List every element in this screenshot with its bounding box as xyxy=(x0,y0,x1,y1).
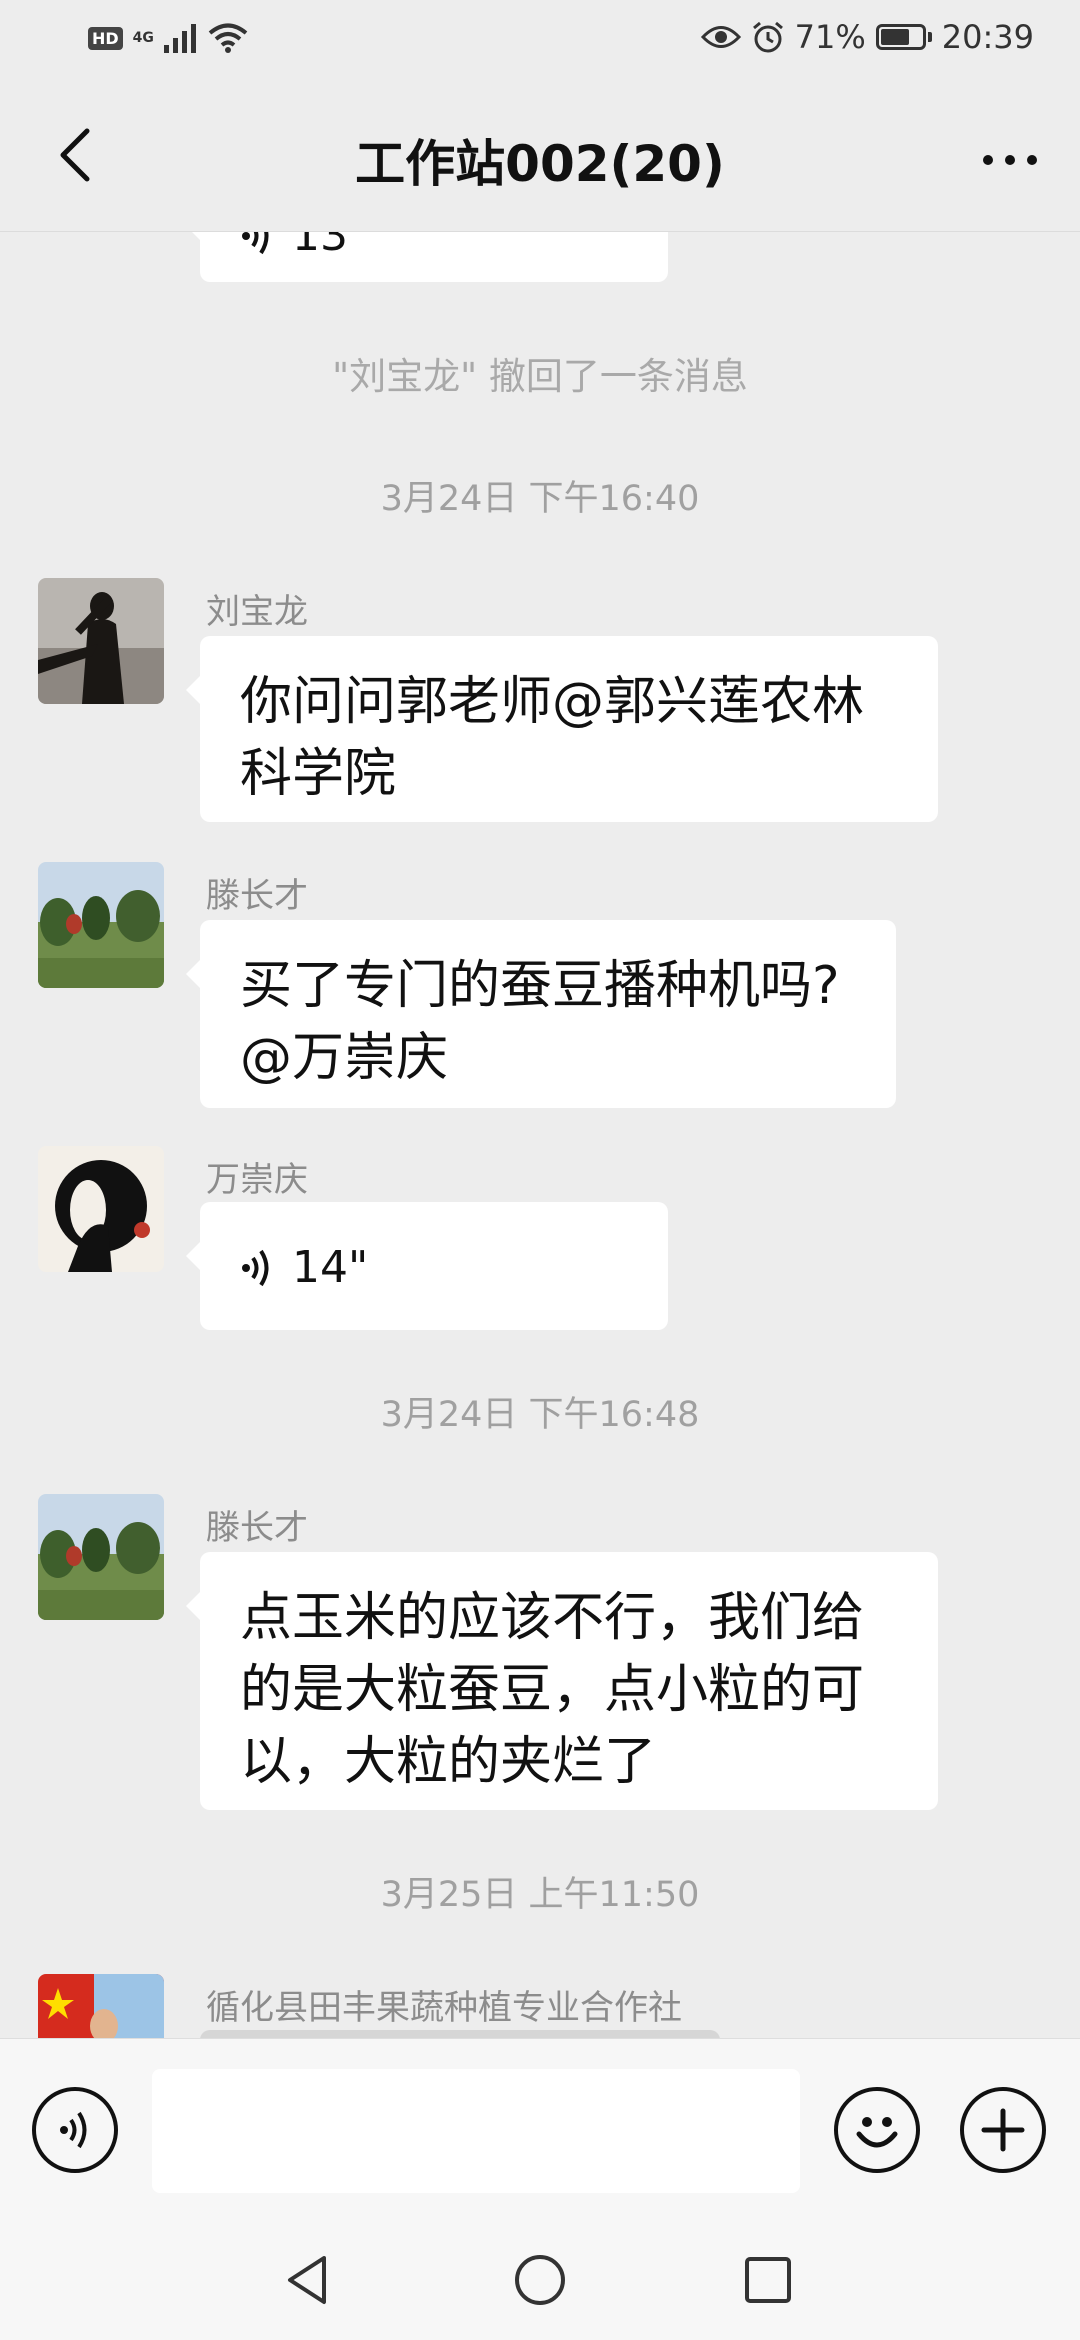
status-bar: HD 4G 71% 20:39 xyxy=(0,0,1080,80)
message-bubble[interactable]: 买了专门的蚕豆播种机吗? @万崇庆 xyxy=(186,920,896,1108)
avatar[interactable] xyxy=(38,1974,164,2038)
signal-icon xyxy=(163,24,196,53)
voice-message-partial[interactable]: 13" xyxy=(186,232,668,282)
wifi-icon xyxy=(208,23,248,53)
system-nav-bar xyxy=(0,2220,1080,2340)
voice-icon xyxy=(60,2111,87,2149)
sender-name: 刘宝龙 xyxy=(206,592,308,632)
network-type: 4G xyxy=(132,30,154,46)
voice-wave-icon xyxy=(242,1249,269,1287)
sender-name: 万崇庆 xyxy=(206,1160,308,1200)
message-text: 你问问郭老师@郭兴莲农林 xyxy=(240,672,865,732)
avatar[interactable] xyxy=(38,1494,164,1620)
chat-title: 工作站002(20) xyxy=(355,135,725,193)
status-left: HD 4G xyxy=(88,22,248,54)
eye-icon xyxy=(700,26,741,48)
nav-home-button[interactable] xyxy=(502,2242,578,2318)
circle-home-icon xyxy=(515,2255,565,2305)
voice-wave-icon xyxy=(242,232,269,255)
message-text: @万崇庆 xyxy=(240,1028,449,1088)
avatar[interactable] xyxy=(38,578,164,704)
input-bar xyxy=(0,2038,1080,2220)
plus-button[interactable] xyxy=(960,2087,1046,2173)
voice-message[interactable]: 14" xyxy=(186,1202,668,1330)
plus-icon xyxy=(981,2108,1025,2152)
more-dots-icon xyxy=(983,155,993,165)
timestamp: 3月24日 下午16:40 xyxy=(380,479,700,519)
nav-back-button[interactable] xyxy=(270,2242,346,2318)
hd-badge: HD xyxy=(88,26,123,50)
message-input[interactable] xyxy=(152,2069,800,2193)
timestamp: 3月24日 下午16:48 xyxy=(380,1395,700,1435)
voice-duration: 14" xyxy=(292,1242,369,1293)
emoji-button[interactable] xyxy=(834,2087,920,2173)
square-recents-icon xyxy=(745,2257,791,2303)
voice-button[interactable] xyxy=(32,2087,118,2173)
avatar[interactable] xyxy=(38,1146,164,1272)
sender-name: 滕长才 xyxy=(206,876,308,916)
battery-percent: 71% xyxy=(794,18,866,56)
recall-notice: "刘宝龙" 撤回了一条消息 xyxy=(332,355,748,398)
message-text: 科学院 xyxy=(240,744,397,804)
message-bubble-partial[interactable] xyxy=(200,2030,720,2038)
status-right: 71% 20:39 xyxy=(700,18,1034,56)
message-text: 点玉米的应该不行，我们给 xyxy=(240,1588,865,1648)
title-bar: 工作站002(20) xyxy=(0,80,1080,232)
alarm-icon xyxy=(752,21,783,53)
battery-icon xyxy=(875,24,932,50)
message-bubble[interactable]: 你问问郭老师@郭兴莲农林 科学院 xyxy=(186,636,938,822)
triangle-back-icon xyxy=(288,2256,326,2304)
message-text: 买了专门的蚕豆播种机吗? xyxy=(240,956,840,1016)
sender-name: 滕长才 xyxy=(206,1508,308,1548)
more-button[interactable] xyxy=(970,130,1050,190)
chat-area[interactable]: 13" "刘宝龙" 撤回了一条消息 3月24日 下午16:40 刘宝龙 你问问郭… xyxy=(0,232,1080,2038)
message-text: 以，大粒的夹烂了 xyxy=(240,1732,657,1792)
avatar[interactable] xyxy=(38,862,164,988)
sender-name: 循化县田丰果蔬种植专业合作社 xyxy=(206,1988,682,2028)
voice-duration: 13" xyxy=(292,232,369,261)
timestamp: 3月25日 上午11:50 xyxy=(380,1875,700,1915)
clock: 20:39 xyxy=(941,18,1034,56)
emoji-icon xyxy=(856,2117,898,2148)
message-text: 的是大粒蚕豆，点小粒的可 xyxy=(240,1660,865,1720)
nav-recents-button[interactable] xyxy=(730,2242,806,2318)
message-bubble[interactable]: 点玉米的应该不行，我们给 的是大粒蚕豆，点小粒的可 以，大粒的夹烂了 xyxy=(186,1552,938,1810)
